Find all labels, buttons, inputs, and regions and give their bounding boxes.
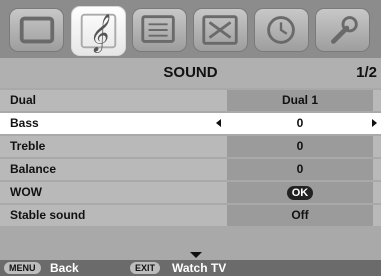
- row-value: Dual 1: [227, 90, 373, 111]
- menu-title: SOUND: [163, 64, 218, 81]
- row-value: OK: [227, 182, 373, 203]
- menu-rows: Dual Dual 1 Bass 0 Treble 0 Balance 0 WO…: [0, 90, 381, 228]
- sound-menu-icon[interactable]: 𝄞: [71, 6, 126, 56]
- exit-key-badge[interactable]: EXIT: [130, 262, 161, 274]
- row-value: 0: [227, 113, 373, 134]
- row-label: Dual: [10, 93, 37, 107]
- row-label: Balance: [10, 162, 57, 176]
- menu-row-wow[interactable]: WOW OK: [0, 182, 381, 203]
- menu-icon-bar: 𝄞: [0, 0, 381, 58]
- installation-menu-icon[interactable]: [315, 8, 370, 52]
- menu-row-bass[interactable]: Bass 0: [0, 113, 381, 134]
- row-label: Stable sound: [10, 208, 86, 222]
- scroll-down-arrow-icon: [190, 252, 202, 258]
- timer-menu-icon[interactable]: [254, 8, 309, 52]
- decrease-arrow-icon[interactable]: [216, 119, 221, 127]
- features-menu-icon[interactable]: [132, 8, 187, 52]
- menu-row-dual[interactable]: Dual Dual 1: [0, 90, 381, 111]
- row-value: 0: [227, 159, 373, 180]
- setup-menu-icon[interactable]: [193, 8, 248, 52]
- menu-title-bar: SOUND 1/2: [0, 58, 381, 88]
- svg-text:𝄞: 𝄞: [88, 13, 110, 53]
- row-label: Bass: [10, 116, 39, 130]
- ok-badge-icon: OK: [286, 185, 314, 200]
- row-value: Off: [227, 205, 373, 226]
- row-label: WOW: [10, 185, 42, 199]
- menu-key-badge[interactable]: MENU: [4, 262, 41, 274]
- footer-bar: MENU Back EXIT Watch TV: [0, 260, 381, 276]
- page-indicator: 1/2: [356, 64, 377, 81]
- watch-tv-label: Watch TV: [172, 261, 227, 275]
- tv-menu-screen: 𝄞 SOUND 1/2 Dual Dual 1 Bass 0 Treble 0 …: [0, 0, 381, 276]
- row-label: Treble: [10, 139, 46, 153]
- picture-menu-icon[interactable]: [9, 8, 64, 52]
- menu-row-stable-sound[interactable]: Stable sound Off: [0, 205, 381, 226]
- back-label: Back: [50, 261, 79, 275]
- row-value: 0: [227, 136, 373, 157]
- menu-row-treble[interactable]: Treble 0: [0, 136, 381, 157]
- increase-arrow-icon[interactable]: [372, 119, 377, 127]
- menu-row-balance[interactable]: Balance 0: [0, 159, 381, 180]
